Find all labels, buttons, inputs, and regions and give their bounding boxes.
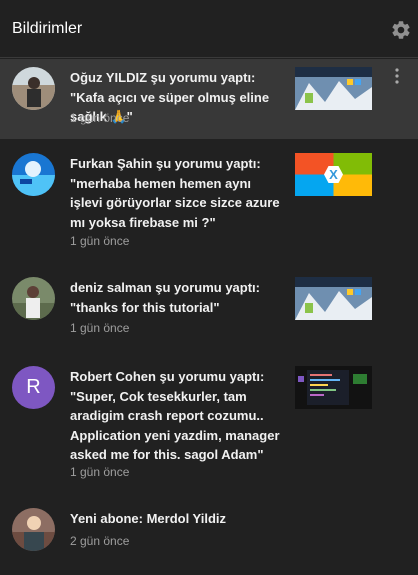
notification-text: deniz salman şu yorumu yaptı: "thanks fo… [70,280,260,315]
video-thumbnail[interactable]: X [295,153,372,196]
notification-time: 1 gün önce [70,321,130,335]
video-thumbnail[interactable] [295,67,372,110]
avatar: R [12,366,55,409]
notification-time: 1 gün önce [70,234,130,248]
notification-time: 2 gün önce [70,534,130,548]
more-options-icon[interactable] [392,67,402,85]
notification-item[interactable]: deniz salman şu yorumu yaptı: "thanks fo… [0,257,418,345]
video-thumbnail[interactable] [295,366,372,409]
notifications-header: Bildirimler [0,0,418,58]
avatar [12,508,55,551]
notification-text: Furkan Şahin şu yorumu yaptı: "merhaba h… [70,156,280,230]
notification-item[interactable]: Furkan Şahin şu yorumu yaptı: "merhaba h… [0,139,418,257]
notification-time: 1 gün önce [70,465,130,479]
notification-item[interactable]: Yeni abone: Merdol Yildiz 2 gün önce [0,490,418,575]
avatar [12,277,55,320]
notification-item[interactable]: Oğuz YILDIZ şu yorumu yaptı: "Kafa açıcı… [0,59,418,139]
gear-icon[interactable] [390,19,412,41]
avatar [12,153,55,196]
notification-text: Robert Cohen şu yorumu yaptı: "Super, Co… [70,369,280,462]
video-thumbnail[interactable] [295,277,372,320]
notification-time: 1 gün önce [70,111,130,125]
notification-item[interactable]: R Robert Cohen şu yorumu yaptı: "Super, … [0,345,418,490]
page-title: Bildirimler [12,20,83,37]
svg-text:X: X [329,167,338,182]
avatar [12,67,55,110]
notification-text: Yeni abone: Merdol Yildiz [70,511,227,526]
